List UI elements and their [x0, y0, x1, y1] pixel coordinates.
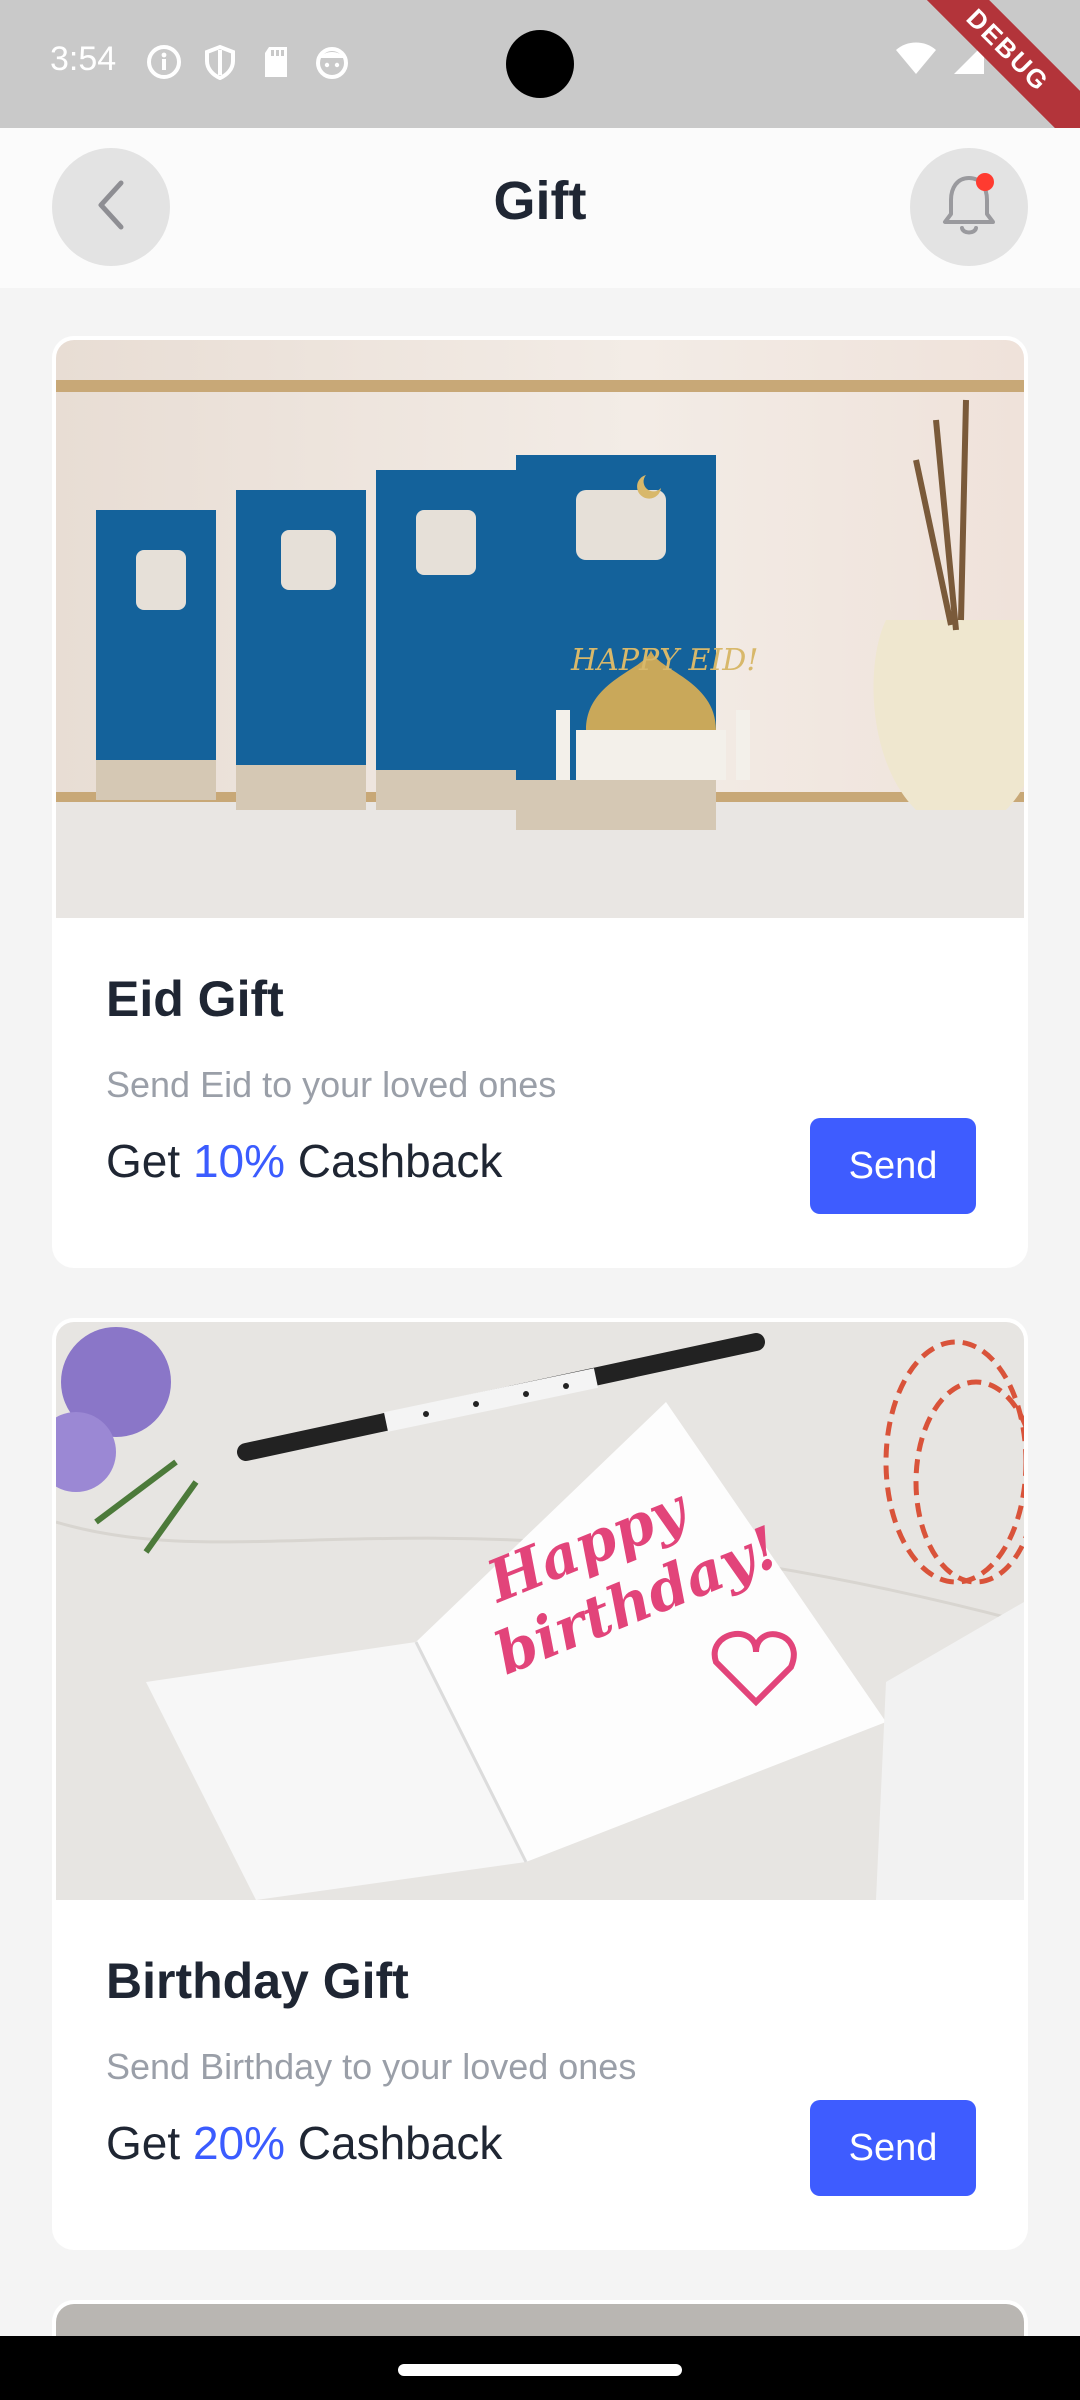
status-time: 3:54: [50, 40, 117, 78]
info-icon: [146, 44, 182, 80]
bell-icon: [937, 170, 1001, 245]
offer-percent: 10%: [192, 1135, 286, 1187]
camera-cutout: [506, 30, 574, 98]
wifi-icon: [896, 42, 936, 81]
gift-card-eid[interactable]: HAPPY EID! Eid Gift Send Eid to your lov…: [52, 336, 1028, 1268]
sd-card-icon: [258, 44, 294, 80]
status-notification-icons: [146, 44, 350, 81]
gift-card-birthday[interactable]: Happy birthday! Birthday Gift Send Birth…: [52, 1318, 1028, 2250]
eid-image-text: HAPPY EID!: [570, 643, 758, 678]
home-gesture-handle[interactable]: [398, 2364, 682, 2376]
cashback-offer: Get 20% Cashback: [106, 2116, 502, 2170]
send-button[interactable]: Send: [810, 2100, 976, 2196]
card-subtitle: Send Eid to your loved ones: [106, 1064, 557, 1105]
offer-prefix: Get: [106, 2117, 181, 2169]
offer-suffix: Cashback: [297, 1135, 503, 1187]
card-title: Birthday Gift: [106, 1953, 409, 2009]
card-title: Eid Gift: [106, 971, 284, 1027]
status-bar: 3:54 DEBUG: [0, 0, 1080, 172]
offer-percent: 20%: [192, 2117, 286, 2169]
shield-icon: [202, 44, 238, 81]
app-header: Gift: [0, 128, 1080, 288]
send-button[interactable]: Send: [810, 1118, 976, 1214]
offer-suffix: Cashback: [297, 2117, 503, 2169]
birthday-gift-image: Happy birthday!: [56, 1322, 1024, 1900]
card-subtitle: Send Birthday to your loved ones: [106, 2046, 637, 2087]
eid-gift-image: HAPPY EID!: [56, 340, 1024, 918]
notification-button[interactable]: [910, 148, 1028, 266]
system-nav-bar: [0, 2336, 1080, 2400]
cashback-offer: Get 10% Cashback: [106, 1134, 502, 1188]
offer-prefix: Get: [106, 1135, 181, 1187]
face-icon: [314, 44, 350, 80]
